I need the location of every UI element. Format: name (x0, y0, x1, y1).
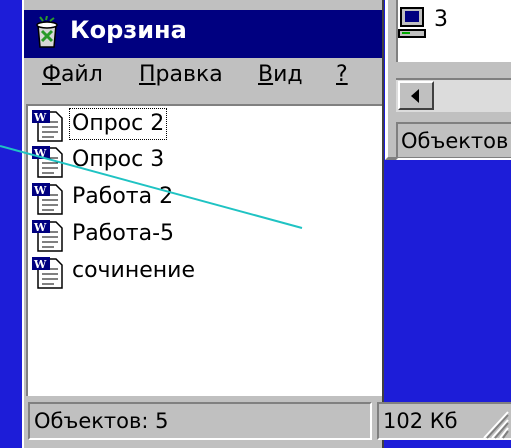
menu-help[interactable]: ? (336, 62, 348, 87)
svg-text:W: W (33, 221, 47, 234)
word-document-icon: W (32, 183, 63, 215)
word-document-icon: W (32, 220, 63, 252)
window-title: Корзина (70, 16, 187, 44)
file-name: Опрос 3 (72, 147, 165, 172)
menu-view[interactable]: Вид (258, 62, 303, 87)
word-document-icon: W (32, 110, 63, 142)
menu-file[interactable]: Файл (42, 62, 103, 87)
svg-text:W: W (33, 258, 47, 271)
file-name: Работа-5 (72, 221, 175, 246)
menu-file-label: айл (60, 62, 103, 87)
svg-text:W: W (33, 184, 47, 197)
menu-edit[interactable]: Правка (139, 62, 223, 87)
svg-text:W: W (33, 147, 47, 160)
background-item-label[interactable]: 3 (434, 7, 448, 32)
status-object-count: Объектов: 5 (28, 402, 372, 440)
file-name: сочинение (72, 258, 195, 283)
word-document-icon: W (32, 257, 63, 289)
file-name: Опрос 2 (68, 108, 168, 140)
svg-text:W: W (33, 111, 47, 124)
background-status-text: Объектов (396, 122, 511, 160)
menu-file-accelerator: Ф (42, 62, 61, 87)
computer-icon[interactable] (398, 6, 428, 40)
word-document-icon: W (32, 146, 63, 178)
resize-grip-icon[interactable] (478, 406, 510, 440)
menu-view-label: ид (273, 62, 303, 87)
menu-view-accelerator: В (258, 62, 274, 87)
recycle-bin-icon[interactable] (30, 16, 64, 50)
menu-help-accelerator: ? (336, 62, 348, 87)
file-name: Работа 2 (72, 184, 174, 209)
menu-edit-label: равка (155, 62, 223, 87)
arrow-left-icon (411, 89, 419, 103)
menu-edit-accelerator: П (139, 62, 156, 87)
